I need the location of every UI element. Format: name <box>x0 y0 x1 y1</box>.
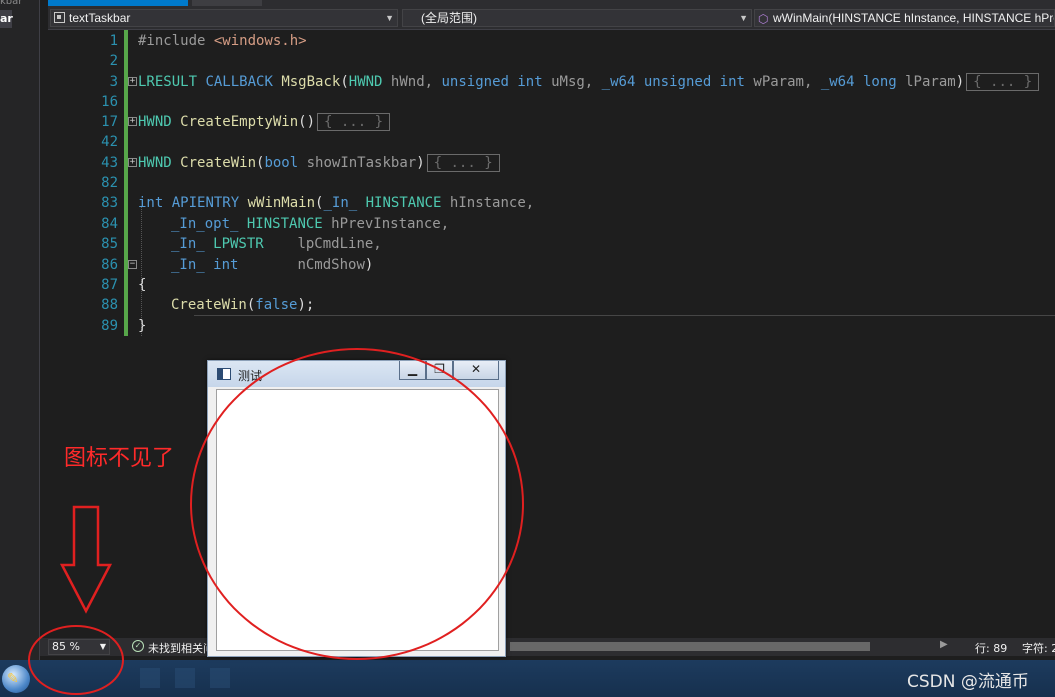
code-line-86: _In_ int nCmdShow) <box>171 257 374 273</box>
line-number: 17 <box>101 114 118 130</box>
code-line-84: _In_opt_ HINSTANCE hPrevInstance, <box>171 216 450 232</box>
code-line-83: int APIENTRY wWinMain(_In_ HINSTANCE hIn… <box>138 195 535 211</box>
panel-selected-item[interactable]: ar <box>0 10 13 28</box>
collapse-icon[interactable]: − <box>128 260 137 269</box>
line-number: 43 <box>101 155 118 171</box>
paint-icon: ✎ <box>7 671 19 687</box>
code-line-3: LRESULT CALLBACK MsgBack(HWND hWnd, unsi… <box>138 72 1040 92</box>
line-number: 2 <box>109 53 118 69</box>
line-number: 87 <box>101 277 118 293</box>
line-number: 89 <box>101 318 118 334</box>
window-app-icon <box>217 368 231 380</box>
issues-message[interactable]: 未找到相关问 <box>148 640 214 656</box>
code-line-1: #include <windows.h> <box>138 33 307 49</box>
expand-icon[interactable]: + <box>128 117 137 126</box>
code-line-88: CreateWin(false); <box>171 297 315 313</box>
collapsed-region[interactable]: { ... } <box>317 113 391 131</box>
watermark: CSDN @流通币 <box>907 672 1029 692</box>
annotation-circle-window <box>190 348 524 660</box>
panel-label: kbar <box>0 0 23 7</box>
project-name: textTaskbar <box>69 11 131 25</box>
scope-name: (全局范围) <box>421 11 477 25</box>
annotation-text: 图标不见了 <box>64 446 175 471</box>
check-circle-icon: ✓ <box>132 640 144 652</box>
current-line-highlight <box>194 315 1055 316</box>
chevron-down-icon: ▼ <box>739 13 748 23</box>
line-number: 86 <box>101 257 118 273</box>
line-number: 16 <box>101 94 118 110</box>
code-line-89: } <box>138 318 147 334</box>
scroll-right-icon[interactable]: ▶ <box>940 639 948 650</box>
code-line-85: _In_ LPWSTR lpCmdLine, <box>171 236 382 252</box>
row-indicator: 行: 89 <box>975 642 1008 655</box>
close-button[interactable]: ✕ <box>453 361 499 380</box>
function-cube-icon: ⬡ <box>758 12 769 26</box>
project-dropdown[interactable]: textTaskbar ▼ <box>50 9 398 27</box>
editor-status-bar: 85 % ▼ ✓ 未找到相关问 ▶ 行: 89 字符: 2 制表 <box>40 638 1055 656</box>
function-dropdown[interactable]: ⬡ wWinMain(HINSTANCE hInstance, HINSTANC… <box>754 9 1055 27</box>
expand-icon[interactable]: + <box>128 158 137 167</box>
expand-icon[interactable]: + <box>128 77 137 86</box>
function-name: wWinMain(HINSTANCE hInstance, HINSTANCE … <box>773 11 1054 25</box>
taskbar-item[interactable] <box>175 668 195 688</box>
chevron-down-icon: ▼ <box>385 13 394 23</box>
line-number: 84 <box>101 216 118 232</box>
line-number: 1 <box>109 33 118 49</box>
annotation-circle-taskbar <box>28 625 124 695</box>
collapsed-region[interactable]: { ... } <box>966 73 1040 91</box>
solution-explorer-strip: kbar ar <box>0 0 40 660</box>
project-icon <box>54 12 65 23</box>
line-number: 83 <box>101 195 118 211</box>
line-number: 85 <box>101 236 118 252</box>
start-button[interactable]: ✎ <box>0 662 32 695</box>
line-number: 42 <box>101 134 118 150</box>
taskbar-item[interactable] <box>140 668 160 688</box>
line-number: 88 <box>101 297 118 313</box>
collapsed-region[interactable]: { ... } <box>426 154 500 172</box>
code-line-17: HWND CreateEmptyWin(){ ... } <box>138 112 391 132</box>
change-tracking-bar <box>124 30 128 336</box>
navigation-bar: textTaskbar ▼ (全局范围) ▼ ⬡ wWinMain(HINSTA… <box>48 6 1055 30</box>
scope-dropdown[interactable]: (全局范围) ▼ <box>402 9 752 27</box>
code-line-43: HWND CreateWin(bool showInTaskbar){ ... … <box>138 153 500 173</box>
line-number: 82 <box>101 175 118 191</box>
horizontal-scrollbar[interactable] <box>510 642 870 651</box>
code-line-87: { <box>138 277 147 293</box>
down-arrow-icon <box>60 505 112 614</box>
line-number: 3 <box>109 74 118 90</box>
char-indicator: 字符: 2 <box>1022 642 1055 655</box>
close-icon: ✕ <box>470 362 482 376</box>
windows-taskbar: ✎ <box>0 660 1055 697</box>
taskbar-item[interactable] <box>210 668 230 688</box>
